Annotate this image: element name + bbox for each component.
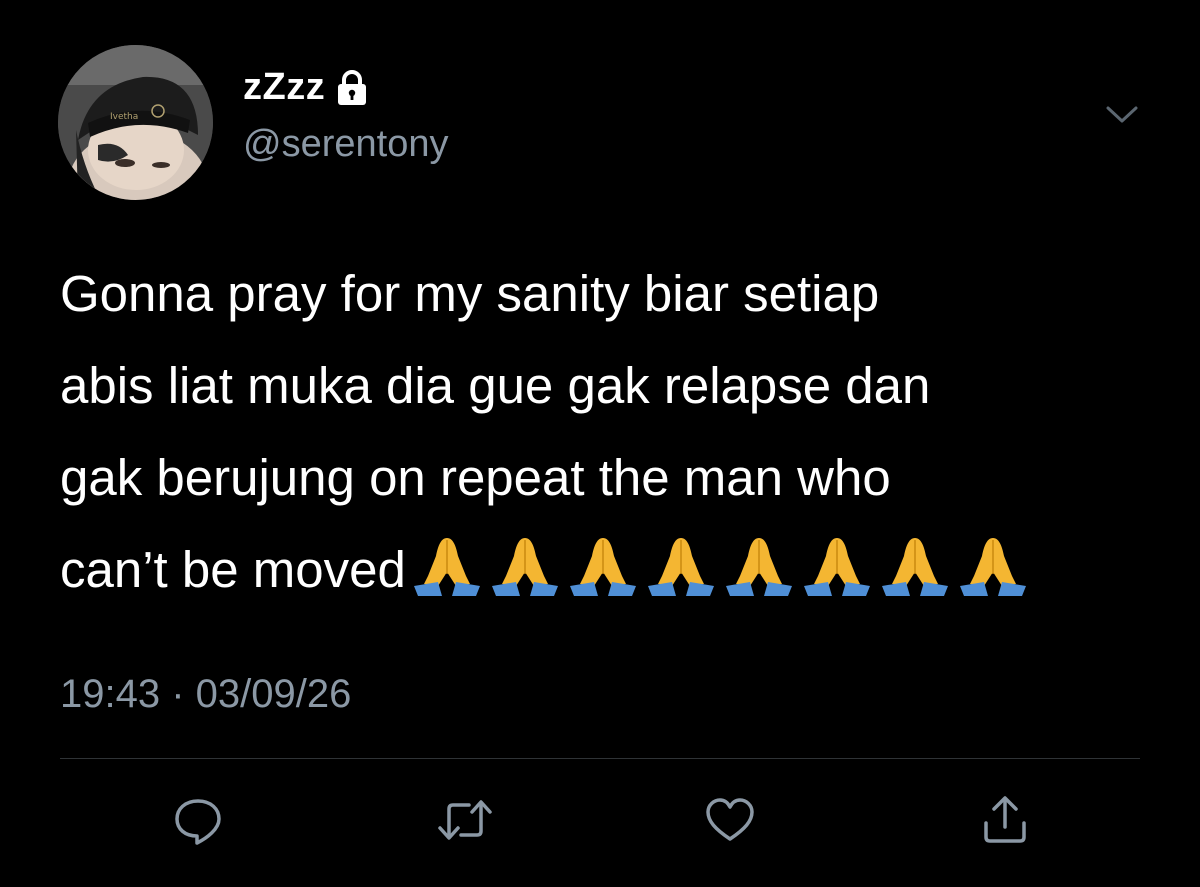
reply-icon xyxy=(175,799,221,845)
display-name[interactable]: zZzz xyxy=(243,66,325,109)
tweet-text: Gonna pray for my sanity biar setiap abi… xyxy=(60,248,1160,616)
chevron-down-icon[interactable] xyxy=(1100,100,1144,130)
retweet-button[interactable] xyxy=(435,790,495,850)
like-button[interactable] xyxy=(700,790,760,850)
pray-emoji-row xyxy=(408,537,1032,598)
tweet-line: Gonna pray for my sanity biar setiap xyxy=(60,265,880,322)
pray-emoji-icon xyxy=(720,532,798,598)
share-button[interactable] xyxy=(975,790,1035,850)
pray-emoji-icon xyxy=(798,532,876,598)
svg-text:Ivetha: Ivetha xyxy=(110,112,138,122)
tweet-line: abis liat muka dia gue gak relapse dan xyxy=(60,357,931,414)
action-bar xyxy=(0,790,1200,860)
pray-emoji-icon xyxy=(954,532,1032,598)
avatar[interactable]: Ivetha xyxy=(58,45,213,200)
like-icon xyxy=(706,798,754,841)
share-icon xyxy=(984,796,1026,843)
avatar-photo: Ivetha xyxy=(58,45,213,200)
retweet-icon xyxy=(438,800,492,840)
pray-emoji-icon xyxy=(486,532,564,598)
pray-emoji-icon xyxy=(642,532,720,598)
lock-icon xyxy=(335,69,369,107)
name-row: zZzz xyxy=(243,66,369,109)
tweet-line-last: can’t be moved xyxy=(60,524,1160,616)
timestamp[interactable]: 19:43 · 03/09/26 xyxy=(60,672,351,717)
tweet: Ivetha zZzz @serentony Gonna pray for my… xyxy=(0,0,1200,887)
tweet-line: can’t be moved xyxy=(60,541,406,598)
user-handle[interactable]: @serentony xyxy=(243,123,448,166)
pray-emoji-icon xyxy=(876,532,954,598)
pray-emoji-icon xyxy=(408,532,486,598)
divider xyxy=(60,758,1140,759)
pray-emoji-icon xyxy=(564,532,642,598)
reply-button[interactable] xyxy=(168,790,228,850)
tweet-line: gak berujung on repeat the man who xyxy=(60,449,891,506)
